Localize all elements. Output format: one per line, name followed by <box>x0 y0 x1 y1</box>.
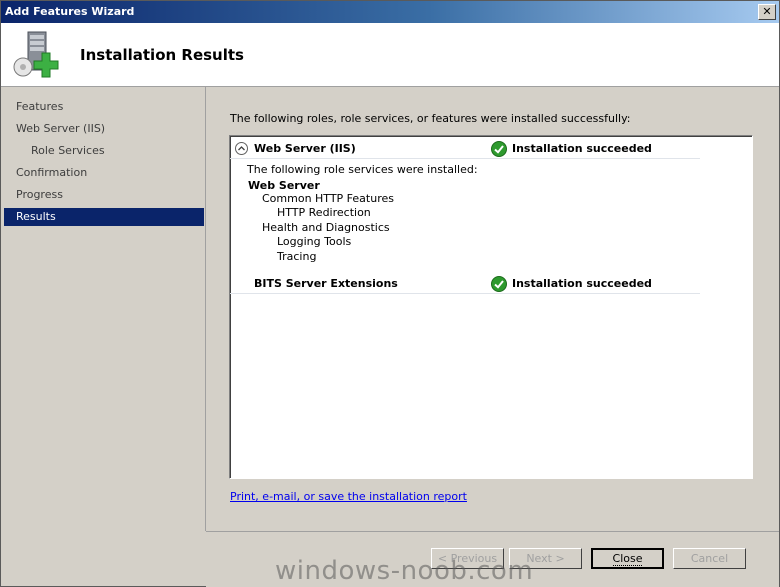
result-status-text: Installation succeeded <box>512 277 652 290</box>
service-item: Logging Tools <box>277 235 352 248</box>
service-item: Health and Diagnostics <box>262 221 390 234</box>
step-web-server[interactable]: Web Server (IIS) <box>16 120 105 138</box>
role-services-intro: The following role services were install… <box>247 163 478 176</box>
window-title: Add Features Wizard <box>5 5 135 18</box>
service-group-web-server: Web Server <box>248 179 320 192</box>
installation-report-link[interactable]: Print, e-mail, or save the installation … <box>230 490 467 503</box>
cancel-button-label: Cancel <box>690 552 729 565</box>
result-row-web-server: Web Server (IIS) Installation succeeded <box>230 138 700 159</box>
wizard-window: Add Features Wizard ✕ Installation Resul… <box>0 0 780 587</box>
chevron-up-icon <box>238 146 245 151</box>
results-list[interactable]: Web Server (IIS) Installation succeeded … <box>229 135 753 479</box>
cancel-button[interactable]: Cancel <box>673 548 746 569</box>
step-features[interactable]: Features <box>16 98 63 116</box>
step-role-services[interactable]: Role Services <box>31 142 105 160</box>
result-name: Web Server (IIS) <box>254 142 356 155</box>
results-intro: The following roles, role services, or f… <box>230 112 631 125</box>
service-item: Tracing <box>277 250 317 263</box>
wizard-steps-sidebar: Features Web Server (IIS) Role Services … <box>1 87 205 586</box>
results-content: The following roles, role services, or f… <box>206 87 779 531</box>
service-item: Common HTTP Features <box>262 192 394 205</box>
result-name: BITS Server Extensions <box>254 277 398 290</box>
success-check-icon <box>491 276 507 292</box>
collapse-toggle[interactable] <box>235 142 248 155</box>
step-confirmation[interactable]: Confirmation <box>16 164 87 182</box>
close-button-label: Close <box>612 552 643 566</box>
page-title: Installation Results <box>80 46 244 64</box>
step-results[interactable]: Results <box>4 208 204 226</box>
watermark: windows-noob.com <box>275 556 534 586</box>
success-check-icon <box>491 141 507 157</box>
service-item: HTTP Redirection <box>277 206 371 219</box>
wizard-header: Installation Results <box>1 23 779 87</box>
result-status-text: Installation succeeded <box>512 142 652 155</box>
title-bar[interactable]: Add Features Wizard ✕ <box>1 1 779 23</box>
close-window-button[interactable]: ✕ <box>758 4 776 20</box>
result-row-bits: BITS Server Extensions Installation succ… <box>230 273 700 294</box>
close-icon: ✕ <box>762 5 772 18</box>
server-add-icon <box>13 31 59 78</box>
step-progress[interactable]: Progress <box>16 186 63 204</box>
close-button[interactable]: Close <box>591 548 664 569</box>
